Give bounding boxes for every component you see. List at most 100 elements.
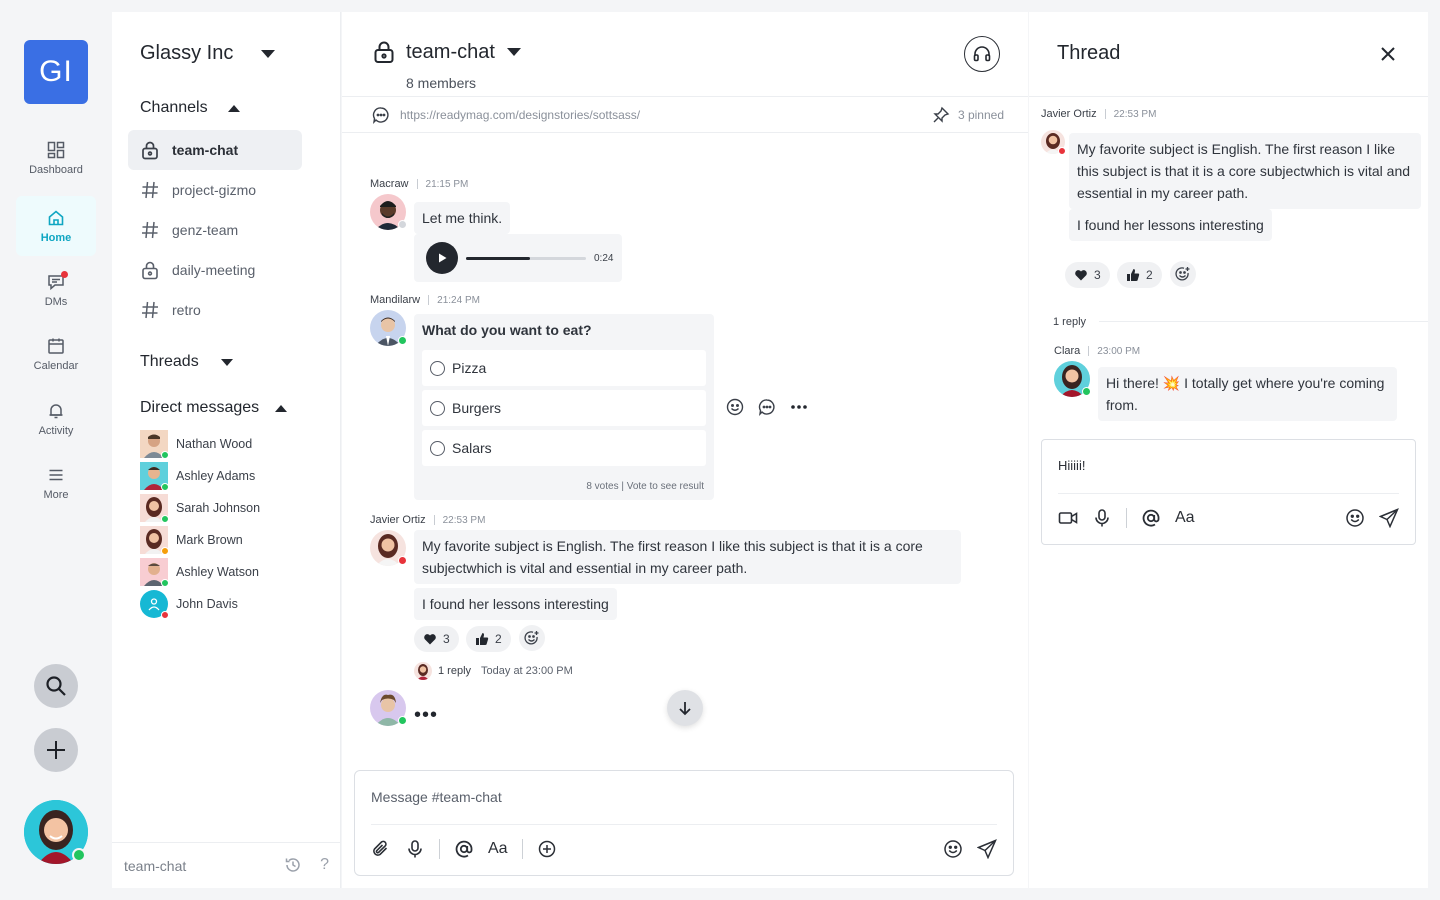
audio-progress[interactable] (466, 256, 586, 260)
status-dot (1082, 387, 1091, 396)
radio-button[interactable] (430, 440, 445, 456)
status-dot (161, 579, 169, 587)
message-input[interactable]: Message #team-chat (371, 789, 502, 805)
video-icon[interactable] (1058, 508, 1078, 528)
emoji-icon[interactable] (726, 398, 744, 416)
dm-item[interactable]: Nathan Wood (140, 430, 252, 459)
thread-reply-input[interactable]: Hiiiii! (1058, 458, 1085, 473)
attach-icon[interactable] (371, 839, 391, 859)
add-reaction-button[interactable] (519, 625, 545, 651)
chat-main: team-chat 8 members https://readymag.com… (342, 12, 1028, 888)
radio-button[interactable] (430, 400, 445, 416)
dm-item[interactable]: Ashley Adams (140, 462, 255, 491)
dm-item[interactable]: Sarah Johnson (140, 494, 260, 523)
dms-section-toggle[interactable]: Direct messages (140, 399, 288, 417)
rail-home[interactable]: Home (16, 196, 96, 256)
history-icon[interactable] (284, 856, 302, 874)
author-name[interactable]: Javier Ortiz (1041, 108, 1097, 120)
reaction-heart[interactable]: 3 (414, 626, 459, 652)
dm-name: John Davis (176, 597, 238, 611)
member-count[interactable]: 8 members (406, 75, 476, 91)
reaction-count: 2 (1146, 268, 1153, 282)
thread-replies-link[interactable]: 1 reply Today at 23:00 PM (414, 662, 573, 680)
radio-button[interactable] (430, 360, 445, 376)
rail-calendar[interactable]: Calendar (16, 324, 96, 384)
channel-item-daily-meeting[interactable]: daily-meeting (128, 250, 302, 290)
mention-icon[interactable] (1141, 508, 1161, 528)
chevron-down-icon (506, 48, 521, 56)
timestamp: 21:24 PM (437, 294, 480, 306)
thread-header: Thread (1029, 12, 1428, 97)
search-icon (44, 674, 68, 698)
chevron-up-icon (275, 404, 288, 412)
more-icon[interactable] (790, 398, 808, 416)
dm-item[interactable]: Mark Brown (140, 526, 243, 555)
microphone-icon[interactable] (405, 839, 425, 859)
channel-title-button[interactable]: team-chat (372, 40, 521, 64)
search-button[interactable] (34, 664, 78, 708)
rail-dms[interactable]: DMs (16, 260, 96, 320)
emoji-icon[interactable] (943, 839, 963, 859)
author-name[interactable]: Javier Ortiz (370, 514, 426, 526)
text-format-icon[interactable]: Aa (488, 840, 508, 858)
scroll-to-bottom-button[interactable] (667, 690, 703, 726)
channel-item-genz-team[interactable]: genz-team (128, 210, 302, 250)
author-name[interactable]: Macraw (370, 178, 409, 190)
send-icon[interactable] (977, 839, 997, 859)
message-composer[interactable]: Message #team-chat Aa (354, 770, 1014, 876)
chevron-down-icon (220, 358, 233, 366)
dm-item[interactable]: Ashley Watson (140, 558, 259, 587)
add-reaction-button[interactable] (1170, 261, 1196, 287)
reply-time: Today at 23:00 PM (481, 665, 573, 677)
rail-activity[interactable]: Activity (16, 389, 96, 449)
dm-item[interactable]: John Davis (140, 590, 238, 619)
microphone-icon[interactable] (1092, 508, 1112, 528)
close-thread-button[interactable] (1378, 44, 1398, 64)
thread-composer[interactable]: Hiiiii! Aa (1041, 439, 1416, 545)
pinned-button[interactable]: 3 pinned (932, 106, 1004, 124)
reaction-thumbs-up[interactable]: 2 (1117, 262, 1162, 288)
thumbs-up-icon (1126, 268, 1140, 282)
channels-section-toggle[interactable]: Channels (140, 99, 240, 117)
reaction-heart[interactable]: 3 (1065, 262, 1110, 288)
channel-item-retro[interactable]: retro (128, 290, 302, 330)
typing-indicator: ••• (414, 704, 439, 726)
poll-votes[interactable]: 8 votes | Vote to see result (586, 481, 704, 492)
rail-more[interactable]: More (16, 453, 96, 513)
channel-item-team-chat[interactable]: team-chat (128, 130, 302, 170)
send-icon[interactable] (1379, 508, 1399, 528)
unread-dot (61, 270, 68, 278)
status-dot (1058, 147, 1066, 155)
emoji-icon[interactable] (1345, 508, 1365, 528)
poll-option[interactable]: Salars (422, 430, 706, 466)
chevron-up-icon (227, 104, 240, 112)
poll-option[interactable]: Pizza (422, 350, 706, 386)
huddle-button[interactable] (964, 36, 1000, 72)
reply-icon[interactable] (758, 398, 776, 416)
channel-item-project-gizmo[interactable]: project-gizmo (128, 170, 302, 210)
channel-name: project-gizmo (172, 182, 257, 198)
plus-circle-icon[interactable] (537, 839, 557, 859)
add-button[interactable] (34, 728, 78, 772)
status-dot (161, 547, 169, 555)
workspace-logo[interactable]: GI (24, 40, 88, 104)
help-icon[interactable]: ? (320, 856, 329, 874)
author-name[interactable]: Mandilarw (370, 294, 420, 306)
rail-label: Dashboard (29, 163, 83, 176)
play-button[interactable] (426, 242, 458, 274)
lock-icon (372, 40, 396, 64)
close-icon (1378, 44, 1398, 64)
threads-section-toggle[interactable]: Threads (140, 353, 233, 371)
channels-title: Channels (140, 99, 208, 116)
reaction-thumbs-up[interactable]: 2 (466, 626, 511, 652)
pinned-bar: https://readymag.com/designstories/sotts… (342, 97, 1028, 133)
rail-dashboard[interactable]: Dashboard (16, 128, 96, 188)
author-name[interactable]: Clara (1054, 345, 1080, 357)
text-format-icon[interactable]: Aa (1175, 509, 1195, 527)
timestamp: 22:53 PM (1113, 108, 1157, 120)
poll-option[interactable]: Burgers (422, 390, 706, 426)
mention-icon[interactable] (454, 839, 474, 859)
lock-icon (140, 260, 172, 280)
workspace-switcher[interactable]: Glassy Inc (140, 42, 275, 65)
pinned-link[interactable]: https://readymag.com/designstories/sotts… (372, 106, 640, 124)
